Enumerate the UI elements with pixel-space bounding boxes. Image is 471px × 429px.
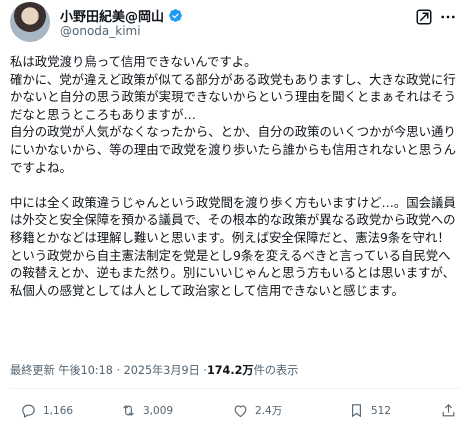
action-bar: 1,166 3,009 2.4万 512 [10, 398, 461, 426]
post-line: 私は政党渡り鳥って信用できないんですよ。 [10, 54, 257, 69]
repost-button[interactable]: 3,009 [120, 402, 173, 419]
reply-count: 1,166 [43, 404, 74, 417]
author-name-row: 小野田紀美@岡山 [60, 6, 183, 25]
reply-icon [22, 404, 35, 418]
reply-button[interactable]: 1,166 [20, 402, 73, 419]
author-name[interactable]: 小野田紀美@岡山 [60, 6, 164, 25]
divider [10, 388, 461, 389]
post-paragraph-1: 私は政党渡り鳥って信用できないんですよ。 確かに、党が違えど政策が似てる部分があ… [10, 53, 462, 176]
share-button[interactable] [440, 402, 457, 419]
more-options-icon[interactable] [439, 8, 457, 26]
repost-count: 3,009 [143, 404, 174, 417]
avatar[interactable] [10, 2, 50, 42]
author-handle[interactable]: @onoda_kimi [60, 24, 141, 38]
heart-icon [234, 405, 247, 418]
like-count: 2.4万 [255, 405, 283, 417]
post-text: 私は政党渡り鳥って信用できないんですよ。 確かに、党が違えど政策が似てる部分があ… [10, 53, 462, 299]
bookmark-count: 512 [371, 404, 392, 417]
verified-badge-icon [169, 9, 182, 22]
post-header: 小野田紀美@岡山 @onoda_kimi [10, 0, 461, 48]
bookmark-icon [352, 404, 361, 418]
repost-icon [123, 405, 134, 416]
post-line: 中には全く政策違うじゃんという政党間を渡り歩く方もいますけど…。国会議員は外交と… [10, 194, 456, 298]
timestamp[interactable]: 最終更新 午後10:18 · 2025年3月9日 · [10, 362, 207, 378]
post-paragraph-2: 中には全く政策違うじゃんという政党間を渡り歩く方もいますけど…。国会議員は外交と… [10, 194, 462, 300]
views-label: 件の表示 [253, 364, 299, 377]
post-line: 確かに、党が違えど政策が似てる部分がある政党もありますし、大きな政党に行かないと… [10, 71, 457, 122]
share-icon [442, 404, 455, 417]
bookmark-button[interactable]: 512 [348, 402, 391, 419]
views-count: 174.2万 [206, 364, 254, 377]
post-line: 自分の政党が人気がなくなったから、とか、自分の政策のいくつかが今思い通りにいかな… [10, 124, 457, 175]
post-meta: 最終更新 午後10:18 · 2025年3月9日 · 174.2万 件の表示 [10, 362, 298, 378]
like-button[interactable]: 2.4万 [232, 402, 282, 419]
grok-icon[interactable] [415, 8, 433, 26]
